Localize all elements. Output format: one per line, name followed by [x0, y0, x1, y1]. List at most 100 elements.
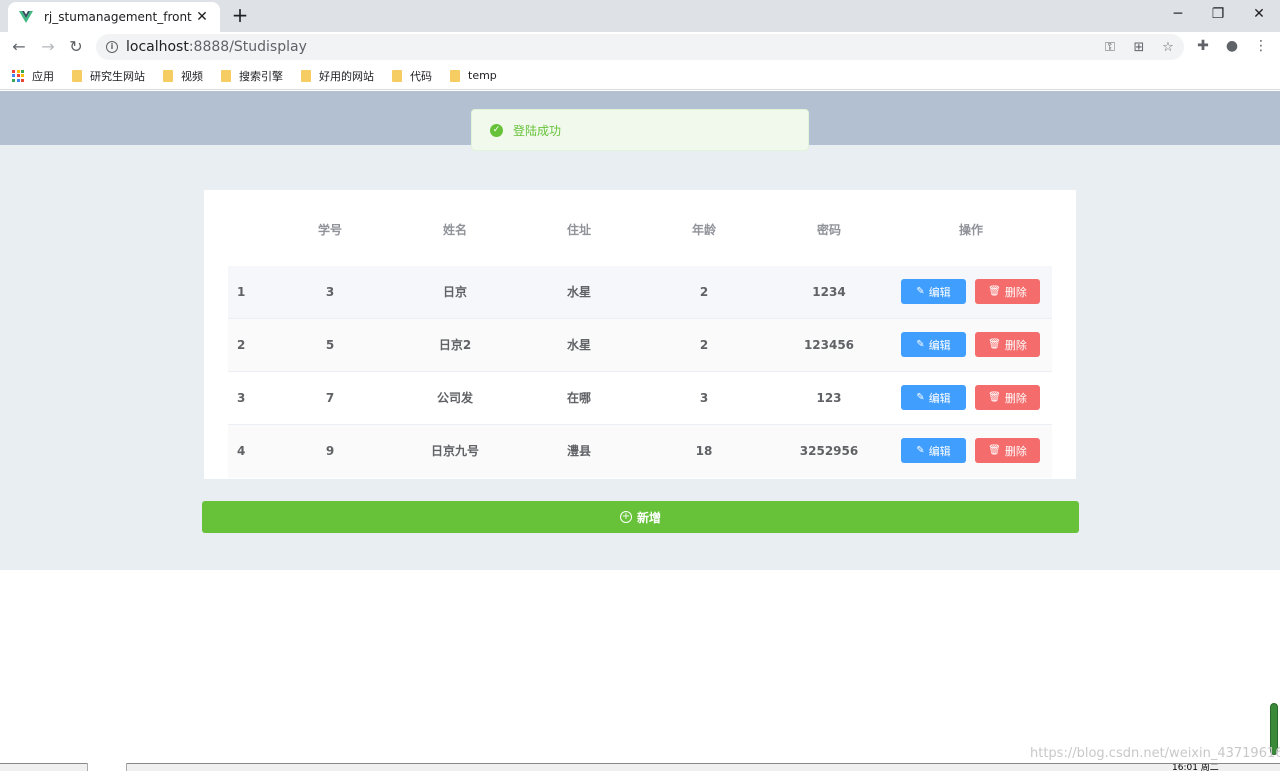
folder-icon: [221, 69, 231, 82]
translate-icon[interactable]: ⊞: [1131, 40, 1147, 55]
apps-dot: [21, 69, 24, 73]
edit-button[interactable]: ✎ 编辑: [901, 279, 966, 304]
cell-address: 澧县: [566, 444, 591, 458]
plus-circle-icon: +: [619, 511, 632, 523]
cell-password: 123: [816, 391, 842, 405]
delete-button[interactable]: 🗑 删除: [975, 279, 1040, 304]
bookmarks-bar: 应用 研究生网站 视频 搜索引擎 好用的网站 代码 temp: [0, 62, 1280, 90]
cell-age: 3: [699, 391, 709, 405]
delete-button[interactable]: 🗑 删除: [975, 332, 1040, 357]
table-row: 3 7 公司发 在哪 3 123 ✎ 编辑 🗑 删除: [228, 372, 1052, 425]
cell-password: 1234: [812, 285, 846, 299]
menu-kebab-icon[interactable]: ⋮: [1252, 38, 1270, 54]
cell-name: 日京2: [438, 338, 472, 352]
trash-icon: 🗑: [988, 392, 1001, 403]
cell-name: 公司发: [436, 391, 473, 405]
cell-id: 7: [325, 391, 335, 405]
apps-dot: [12, 69, 15, 73]
os-taskbar: [0, 763, 1280, 771]
row-index: 4: [237, 444, 246, 458]
apps-dot: [16, 78, 20, 82]
edit-button[interactable]: ✎ 编辑: [901, 332, 966, 357]
restore-button[interactable]: ❐: [1203, 4, 1233, 24]
bookmark-folder[interactable]: 好用的网站: [301, 68, 374, 84]
cell-name: 日京九号: [430, 444, 479, 458]
bookmark-label: 搜索引擎: [239, 69, 283, 83]
cell-address: 在哪: [566, 391, 591, 405]
add-label: 新增: [636, 510, 661, 525]
cell-id: 5: [325, 338, 335, 352]
delete-button[interactable]: 🗑 删除: [975, 385, 1040, 410]
bookmark-folder[interactable]: 代码: [392, 68, 432, 84]
bookmark-label: 好用的网站: [319, 69, 374, 83]
extensions-icon[interactable]: ✚: [1194, 38, 1212, 54]
url-path: :8888/Studisplay: [188, 39, 307, 55]
address-bar[interactable]: i localhost:8888/Studisplay ⚿ ⊞ ☆: [96, 34, 1184, 60]
delete-label: 删除: [1004, 338, 1027, 352]
row-index: 2: [237, 338, 246, 352]
bookmark-label: temp: [468, 69, 497, 82]
edit-label: 编辑: [928, 285, 951, 299]
edit-label: 编辑: [928, 444, 951, 458]
folder-icon: [72, 69, 82, 82]
taskbar-item[interactable]: [87, 763, 127, 771]
watermark-text: https://blog.csdn.net/weixin_43719616: [1030, 746, 1280, 761]
apps-dot: [21, 78, 24, 82]
edit-pencil-icon: ✎: [916, 339, 925, 350]
browser-tabstrip: rj_stumanagement_front ✕ + ─ ❐ ✕: [0, 0, 1280, 32]
delete-button[interactable]: 🗑 删除: [975, 438, 1040, 463]
minimize-button[interactable]: ─: [1163, 4, 1193, 24]
trash-icon: 🗑: [988, 445, 1001, 456]
cell-id: 9: [325, 444, 335, 458]
table-row: 4 9 日京九号 澧县 18 3252956 ✎ 编辑 🗑 删除: [228, 425, 1052, 478]
edit-label: 编辑: [928, 391, 951, 405]
info-icon[interactable]: i: [106, 41, 118, 53]
check-circle-icon: ✓: [490, 123, 503, 137]
edit-button[interactable]: ✎ 编辑: [901, 438, 966, 463]
reload-icon[interactable]: ↻: [65, 36, 87, 58]
browser-toolbar: ← → ↻ i localhost:8888/Studisplay ⚿ ⊞ ☆ …: [0, 32, 1280, 62]
profile-avatar-icon[interactable]: ●: [1223, 38, 1241, 54]
student-table: 学号 姓名 住址 年龄 密码 操作 1 3 日京 水星 2 1234 ✎ 编辑 🗑…: [204, 190, 1076, 479]
browser-tab[interactable]: rj_stumanagement_front ✕: [8, 2, 220, 32]
folder-icon: [301, 69, 311, 82]
tab-close-icon[interactable]: ✕: [194, 9, 210, 25]
bookmark-label: 视频: [181, 69, 203, 83]
bookmark-label: 应用: [32, 69, 54, 83]
table-row: 1 3 日京 水星 2 1234 ✎ 编辑 🗑 删除: [228, 266, 1052, 319]
folder-icon: [450, 69, 460, 82]
bookmark-label: 研究生网站: [90, 69, 145, 83]
bookmark-folder[interactable]: temp: [450, 69, 497, 82]
edit-button[interactable]: ✎ 编辑: [901, 385, 966, 410]
apps-dot: [12, 74, 15, 77]
cell-password: 3252956: [799, 444, 859, 458]
folder-icon: [392, 69, 402, 82]
delete-label: 删除: [1004, 285, 1027, 299]
key-icon[interactable]: ⚿: [1102, 40, 1118, 55]
cell-age: 18: [695, 444, 713, 458]
toast-message: 登陆成功: [513, 123, 562, 138]
apps-dot: [21, 74, 24, 77]
bookmark-folder[interactable]: 视频: [163, 68, 203, 84]
delete-label: 删除: [1004, 444, 1027, 458]
trash-icon: 🗑: [988, 339, 1001, 350]
window-close-button[interactable]: ✕: [1244, 4, 1274, 24]
bookmark-star-icon[interactable]: ☆: [1160, 40, 1176, 55]
edit-pencil-icon: ✎: [916, 392, 925, 403]
cell-password: 123456: [803, 338, 855, 352]
header-password: 密码: [816, 223, 841, 237]
cell-address: 水星: [566, 285, 591, 299]
cell-age: 2: [699, 285, 709, 299]
table-row: 2 5 日京2 水星 2 123456 ✎ 编辑 🗑 删除: [228, 319, 1052, 372]
bookmark-folder[interactable]: 搜索引擎: [221, 68, 283, 84]
add-student-button[interactable]: + 新增: [202, 501, 1079, 533]
new-tab-button[interactable]: +: [230, 4, 250, 26]
bookmark-folder[interactable]: 研究生网站: [72, 68, 145, 84]
row-index: 1: [237, 285, 246, 299]
bookmark-apps[interactable]: 应用: [12, 68, 54, 84]
back-arrow-icon[interactable]: ←: [8, 36, 30, 58]
forward-arrow-icon[interactable]: →: [37, 36, 59, 58]
header-id: 学号: [317, 223, 342, 237]
apps-grid-icon: [12, 69, 24, 82]
header-name: 姓名: [442, 223, 467, 237]
